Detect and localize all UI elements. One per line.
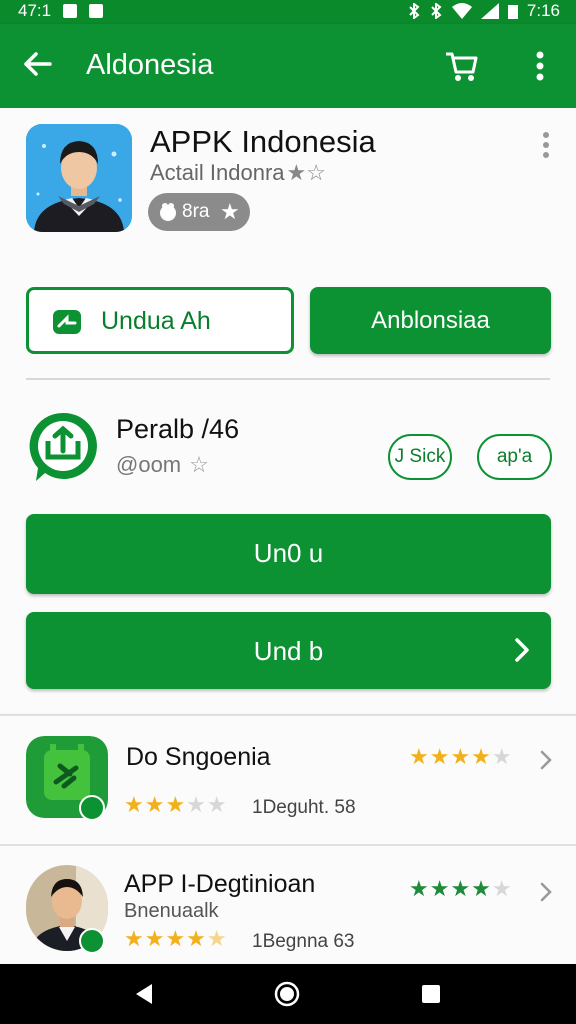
chip-two[interactable]: ap'a: [477, 434, 552, 480]
rating-badge[interactable]: 8ra ★: [148, 193, 250, 231]
status-time-left: 47:1: [18, 1, 52, 20]
chevron-right-icon[interactable]: [539, 749, 553, 771]
card-more-icon[interactable]: [538, 130, 554, 160]
upload-chat-icon: [29, 412, 97, 481]
list-item-meta: 1Begnna 63: [252, 931, 355, 952]
app-title: APPK Indonesia: [150, 124, 376, 159]
notification-icon: [63, 4, 78, 18]
divider: [26, 378, 550, 380]
list-item-title: Do Sngoenia: [126, 743, 271, 771]
primary-action-label: Un0 u: [253, 538, 324, 568]
rating-star-icon: ★: [220, 199, 240, 224]
verified-check-icon: [79, 795, 105, 821]
wifi-icon: [451, 3, 472, 19]
system-nav-bar: [0, 964, 576, 1024]
list-item-stars-top: ★★★★★: [409, 876, 513, 901]
bluetooth-icon-2: [431, 3, 442, 19]
list-item-meta: 1Deguht. 58: [252, 797, 356, 818]
app-subtitle-stars: ★☆: [286, 160, 326, 185]
verified-check-icon: [79, 928, 105, 954]
app-bar-title: Aldonesia: [86, 49, 214, 81]
chevron-right-icon: [515, 638, 529, 662]
secondary-action-label: Und b: [253, 636, 324, 666]
status-bar: 47:1 7:16: [0, 0, 576, 24]
list-item-stars-bottom: ★★★★★: [124, 926, 228, 951]
publisher-subtitle: @oom ☆: [116, 452, 209, 478]
chevron-right-icon[interactable]: [539, 881, 553, 903]
nav-recent-icon[interactable]: [421, 984, 441, 1004]
app-subtitle-text: Actail Indonra: [150, 160, 285, 185]
publisher-handle: @oom: [116, 452, 182, 477]
signal-icon: [480, 3, 499, 19]
install-button[interactable]: Undua Ah: [26, 287, 294, 354]
open-button[interactable]: Anblonsiaa: [310, 287, 551, 354]
app-subtitle: Actail Indonra★☆: [150, 160, 326, 186]
publisher-title: Peralb /46: [116, 414, 240, 444]
bluetooth-icon: [409, 3, 420, 19]
download-icon: [53, 310, 81, 334]
list-item-stars-top: ★★★★★: [409, 744, 513, 769]
arrow-left-icon[interactable]: [20, 46, 56, 82]
status-time-right: 7:16: [526, 1, 560, 20]
install-button-label: Undua Ah: [101, 307, 211, 335]
battery-icon: [507, 5, 518, 19]
gallery-icon: [89, 4, 104, 18]
cart-icon[interactable]: [442, 46, 480, 84]
nav-home-icon[interactable]: [274, 981, 300, 1007]
publisher-star-icon[interactable]: ☆: [189, 452, 209, 477]
app-avatar: [26, 124, 132, 232]
nav-back-icon[interactable]: [132, 982, 156, 1006]
app-bar: Aldonesia: [0, 24, 576, 108]
chip-one[interactable]: J Sick: [388, 434, 452, 480]
thumbs-icon: [160, 203, 176, 221]
list-item-stars-bottom: ★★★★★: [124, 792, 228, 817]
list-item-subtitle: Bnenuaalk: [124, 900, 219, 922]
rating-value: 8ra: [182, 201, 210, 222]
list-item-title: APP I-Degtinioan: [124, 870, 316, 898]
primary-action-button[interactable]: Un0 u: [26, 514, 551, 594]
secondary-action-button[interactable]: Und b: [26, 612, 551, 689]
more-vert-icon[interactable]: [528, 46, 552, 86]
